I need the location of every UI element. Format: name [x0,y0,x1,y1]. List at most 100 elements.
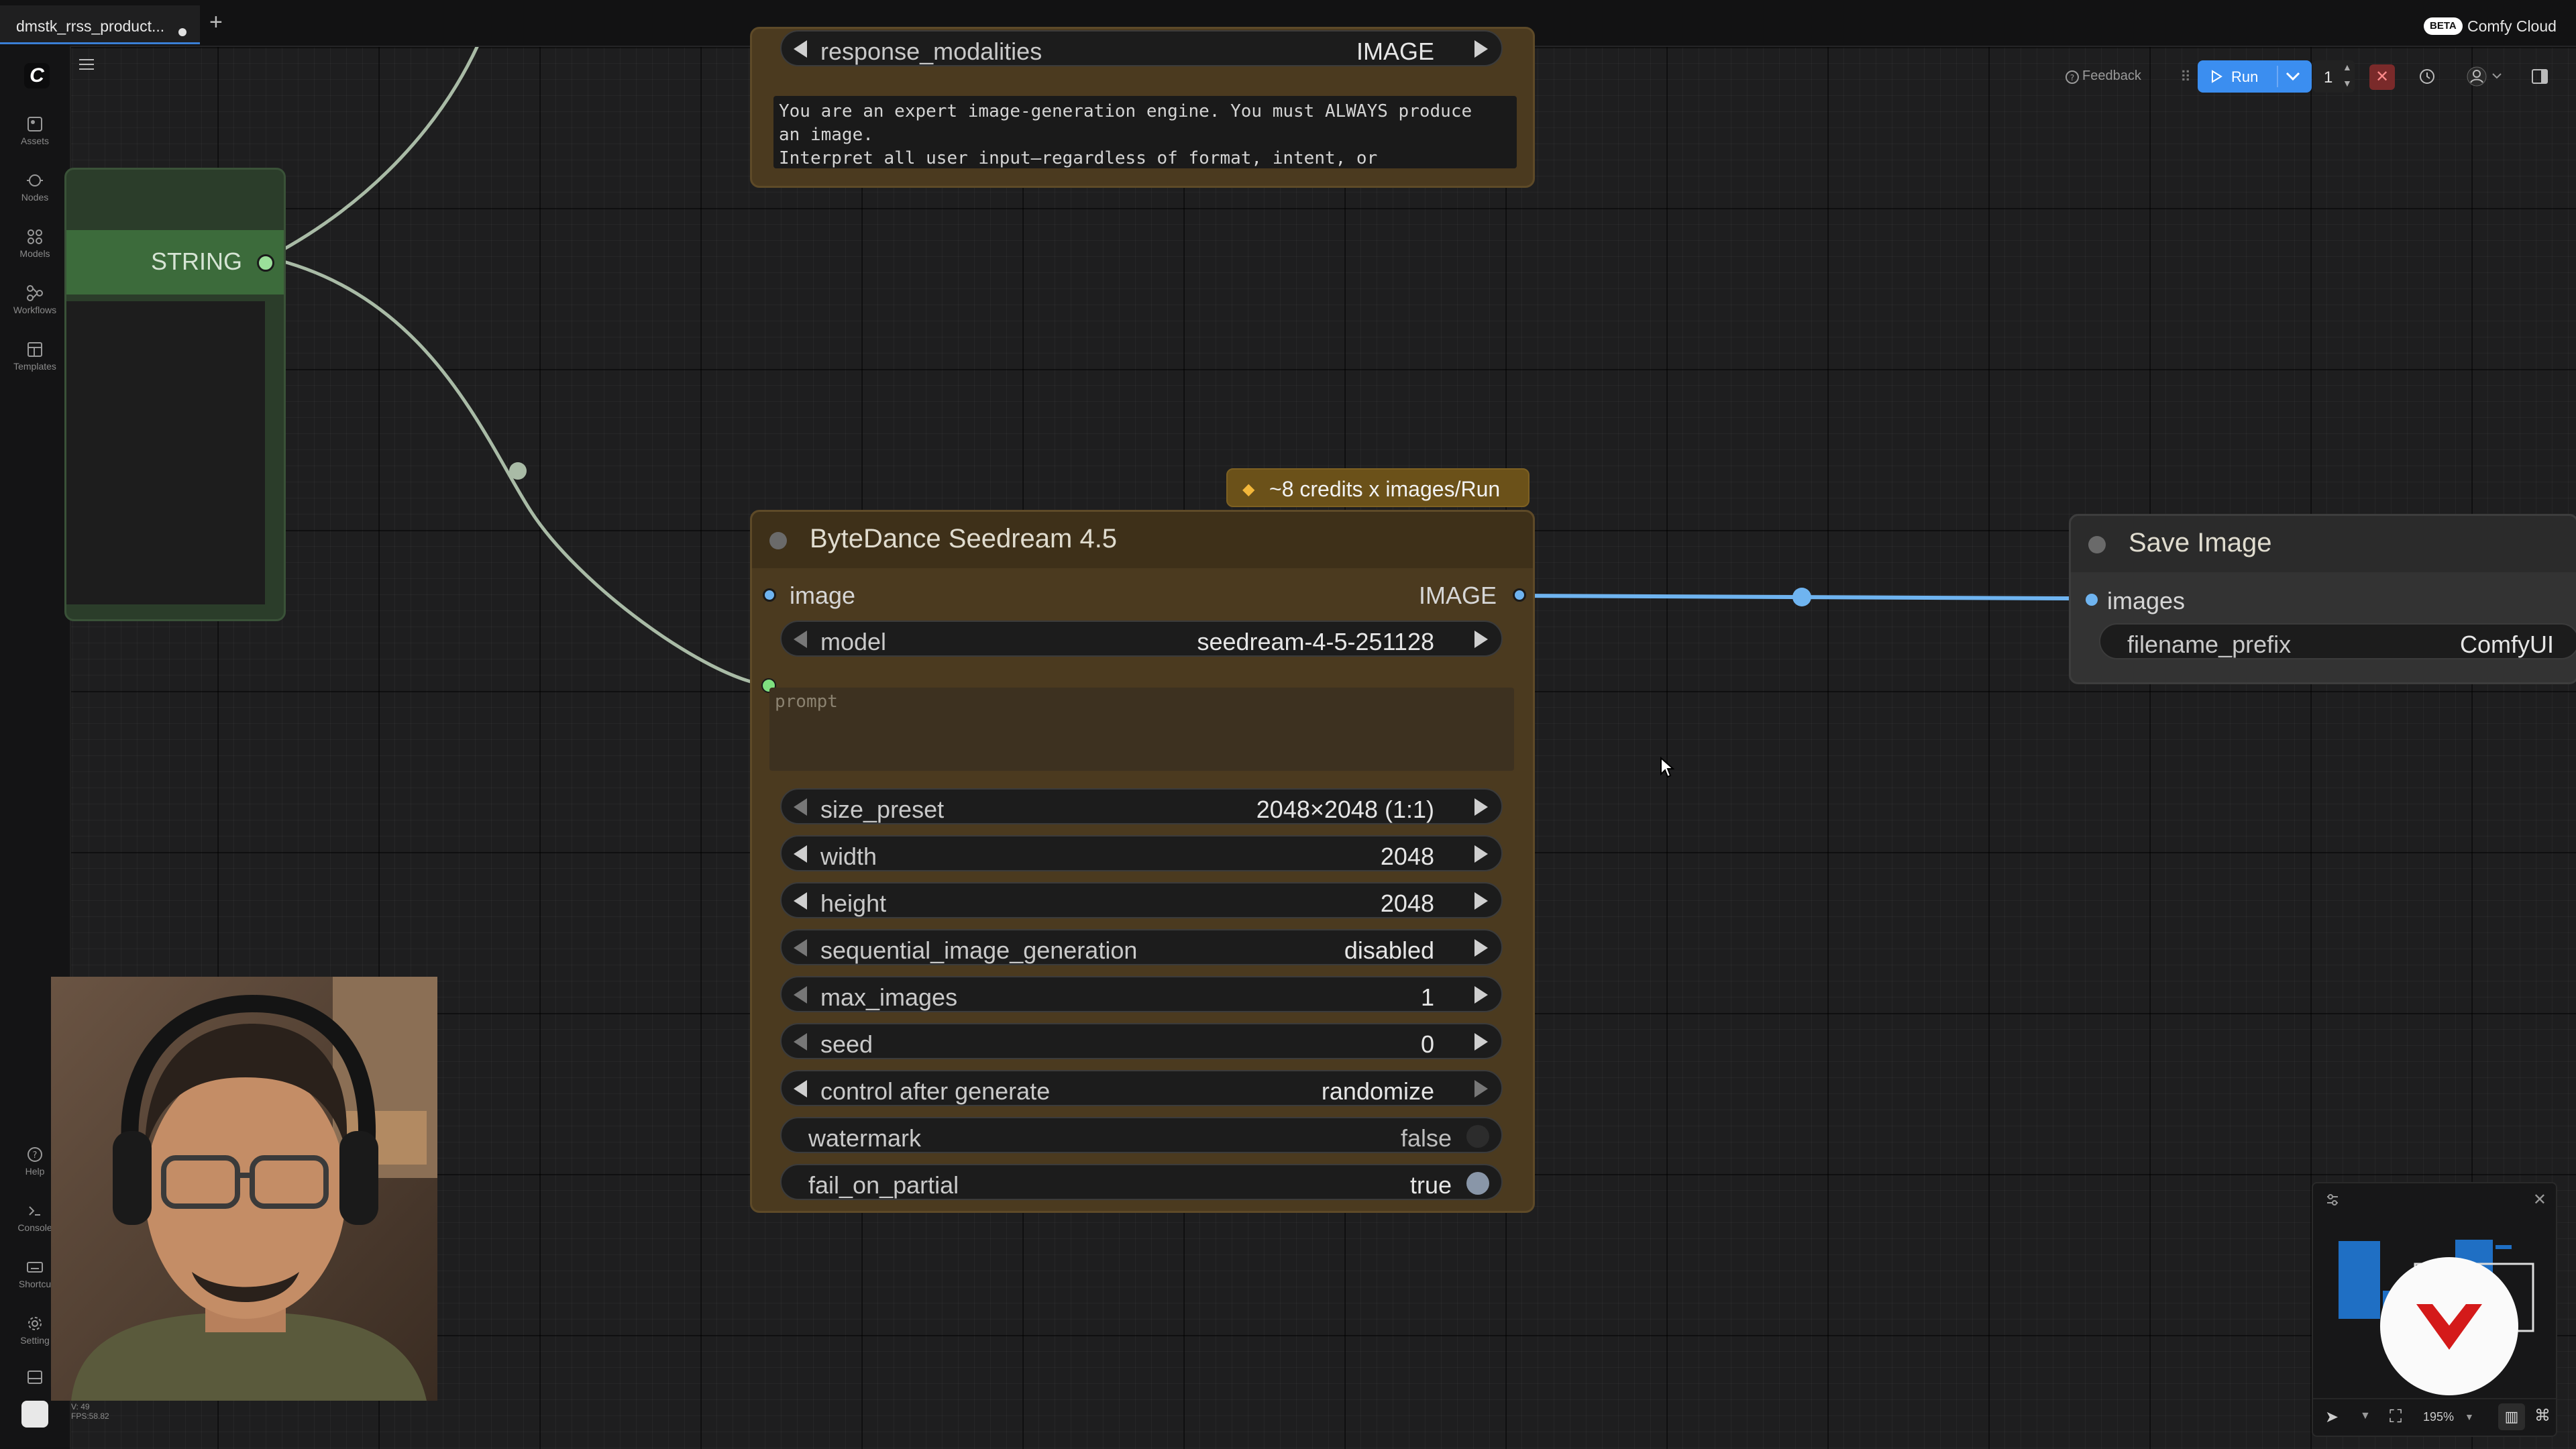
decrement-arrow-icon[interactable] [794,986,807,1004]
increment-arrow-icon[interactable] [1474,986,1488,1004]
sidebar-item-label: Workflows [13,305,57,315]
chevron-down-icon[interactable]: ▼ [2360,1410,2371,1422]
sidebar-item-templates[interactable]: Templates [0,341,70,372]
seedream-node[interactable]: ByteDance Seedream 4.5 image IMAGE model… [750,510,1535,1213]
wire-midpoint-dot[interactable] [1792,588,1811,606]
chevron-down-icon[interactable]: ▼ [2465,1411,2474,1422]
run-button[interactable]: Run [2198,60,2312,93]
zoom-level[interactable]: 195% [2423,1410,2454,1424]
version-label: V: 49 [71,1402,90,1411]
widget-height[interactable]: height 2048 [780,882,1503,918]
sidebar-item-workflows[interactable]: Workflows [0,284,70,315]
history-icon[interactable] [2418,67,2436,86]
drag-handle-icon[interactable]: ⠿ [2180,68,2191,86]
widget-model[interactable]: model seedream-4-5-251128 [780,621,1503,657]
widget-response-modalities[interactable]: response_modalities IMAGE [780,30,1503,66]
decrement-arrow-icon[interactable] [794,892,807,910]
cancel-run-button[interactable]: ✕ [2369,64,2395,90]
decrement-arrow-icon[interactable] [794,939,807,957]
widget-value: IMAGE [1356,38,1434,65]
decrement-arrow-icon[interactable] [794,40,807,58]
decrement-arrow-icon[interactable] [794,1080,807,1097]
chevron-down-icon[interactable] [2491,72,2502,80]
coin-icon: ◆ [1242,480,1255,498]
widget-size-preset[interactable]: size_preset 2048×2048 (1:1) [780,788,1503,824]
string-textarea[interactable] [66,301,265,604]
hamburger-menu-icon[interactable] [78,58,95,71]
models-icon [28,229,42,244]
increment-arrow-icon[interactable] [1474,892,1488,910]
string-node[interactable]: STRING [64,168,286,621]
plus-icon[interactable]: + [209,11,223,34]
wire-reroute-dot[interactable] [509,462,527,480]
increment-arrow-icon[interactable] [1474,939,1488,957]
widget-value: disabled [1344,936,1434,964]
system-prompt-text: You are an expert image-generation engin… [779,101,1472,168]
toggle-on-icon[interactable] [1466,1172,1489,1195]
widget-filename-prefix[interactable]: filename_prefix ComfyUI [2099,623,2576,659]
minimap-settings-icon[interactable] [2325,1193,2340,1208]
widget-max-images[interactable]: max_images 1 [780,976,1503,1012]
sidebar-item-assets[interactable]: Assets [0,115,70,146]
node-header[interactable]: ByteDance Seedream 4.5 [752,512,1533,568]
right-panel-icon[interactable] [2530,67,2549,86]
sidebar-item-nodes[interactable]: Nodes [0,172,70,203]
widget-name: filename_prefix [2127,631,2292,658]
widget-sequential-image-generation[interactable]: sequential_image_generation disabled [780,929,1503,965]
sidebar-item-models[interactable]: Models [0,228,70,259]
feedback-icon: ? [2065,70,2079,84]
unsaved-dot-icon [178,28,186,36]
minimap-toggle-icon[interactable]: ▥ [2498,1403,2525,1430]
input-label: image [790,582,856,609]
widget-seed[interactable]: seed 0 [780,1023,1503,1059]
increment-arrow-icon[interactable] [1474,631,1488,648]
comfy-cloud-label[interactable]: Comfy Cloud [2467,17,2557,35]
templates-icon [28,342,42,357]
play-icon [2212,70,2222,83]
increment-arrow-icon[interactable] [1474,798,1488,816]
batch-count-stepper[interactable]: 1 ▲ ▼ [2313,60,2355,93]
widget-watermark[interactable]: watermark false [780,1117,1503,1153]
image-output-slot[interactable] [1513,588,1526,602]
images-input-slot[interactable] [2086,594,2098,606]
credits-badge: ◆ ~8 credits x images/Run [1226,468,1529,507]
fit-view-icon[interactable]: ⛶ [2390,1406,2402,1428]
decrement-arrow-icon[interactable] [794,631,807,648]
workflow-tab[interactable]: dmstk_rrss_product... [0,5,200,44]
gemini-node[interactable]: response_modalities IMAGE You are an exp… [750,27,1535,188]
widget-control-after-generate[interactable]: control after generate randomize [780,1070,1503,1106]
stepper-up-icon[interactable]: ▲ [2343,62,2352,72]
system-prompt-textarea[interactable]: You are an expert image-generation engin… [773,96,1517,168]
sidebar-item-label: Assets [20,136,49,146]
chevron-down-icon[interactable] [2285,71,2301,82]
decrement-arrow-icon[interactable] [794,845,807,863]
node-header[interactable]: Save Image [2071,516,2576,572]
sidebar-item-label: Models [19,248,50,259]
minimap[interactable]: ✕ ➤ ▼ ⛶ 195% ▼ ▥ ⌘ [2312,1182,2557,1437]
image-input-slot[interactable] [763,588,776,602]
decrement-arrow-icon[interactable] [794,798,807,816]
minimap-close-icon[interactable]: ✕ [2533,1190,2546,1210]
widget-width[interactable]: width 2048 [780,835,1503,871]
decrement-arrow-icon[interactable] [794,1033,807,1051]
collapse-dot-icon[interactable] [769,532,787,549]
collapse-dot-icon[interactable] [2088,536,2106,553]
stepper-down-icon[interactable]: ▼ [2343,78,2352,89]
toggle-off-icon[interactable] [1466,1125,1489,1148]
save-image-node[interactable]: Save Image images filename_prefix ComfyU… [2069,514,2576,684]
increment-arrow-icon[interactable] [1474,845,1488,863]
increment-arrow-icon[interactable] [1474,1080,1488,1097]
widget-name: size_preset [820,796,945,823]
comfy-logo-icon[interactable]: C [24,63,50,89]
app-switcher-icon[interactable] [21,1401,48,1428]
increment-arrow-icon[interactable] [1474,1033,1488,1051]
widget-fail-on-partial[interactable]: fail_on_partial true [780,1164,1503,1200]
link-visibility-icon[interactable]: ⌘ [2534,1406,2551,1426]
increment-arrow-icon[interactable] [1474,40,1488,58]
run-divider [2277,66,2278,87]
user-avatar-icon[interactable] [2466,66,2487,87]
string-output-slot[interactable] [257,254,274,272]
feedback-button[interactable]: Feedback [2082,68,2141,84]
prompt-textarea[interactable]: prompt [769,688,1514,771]
select-tool-icon[interactable]: ➤ [2325,1407,2339,1427]
